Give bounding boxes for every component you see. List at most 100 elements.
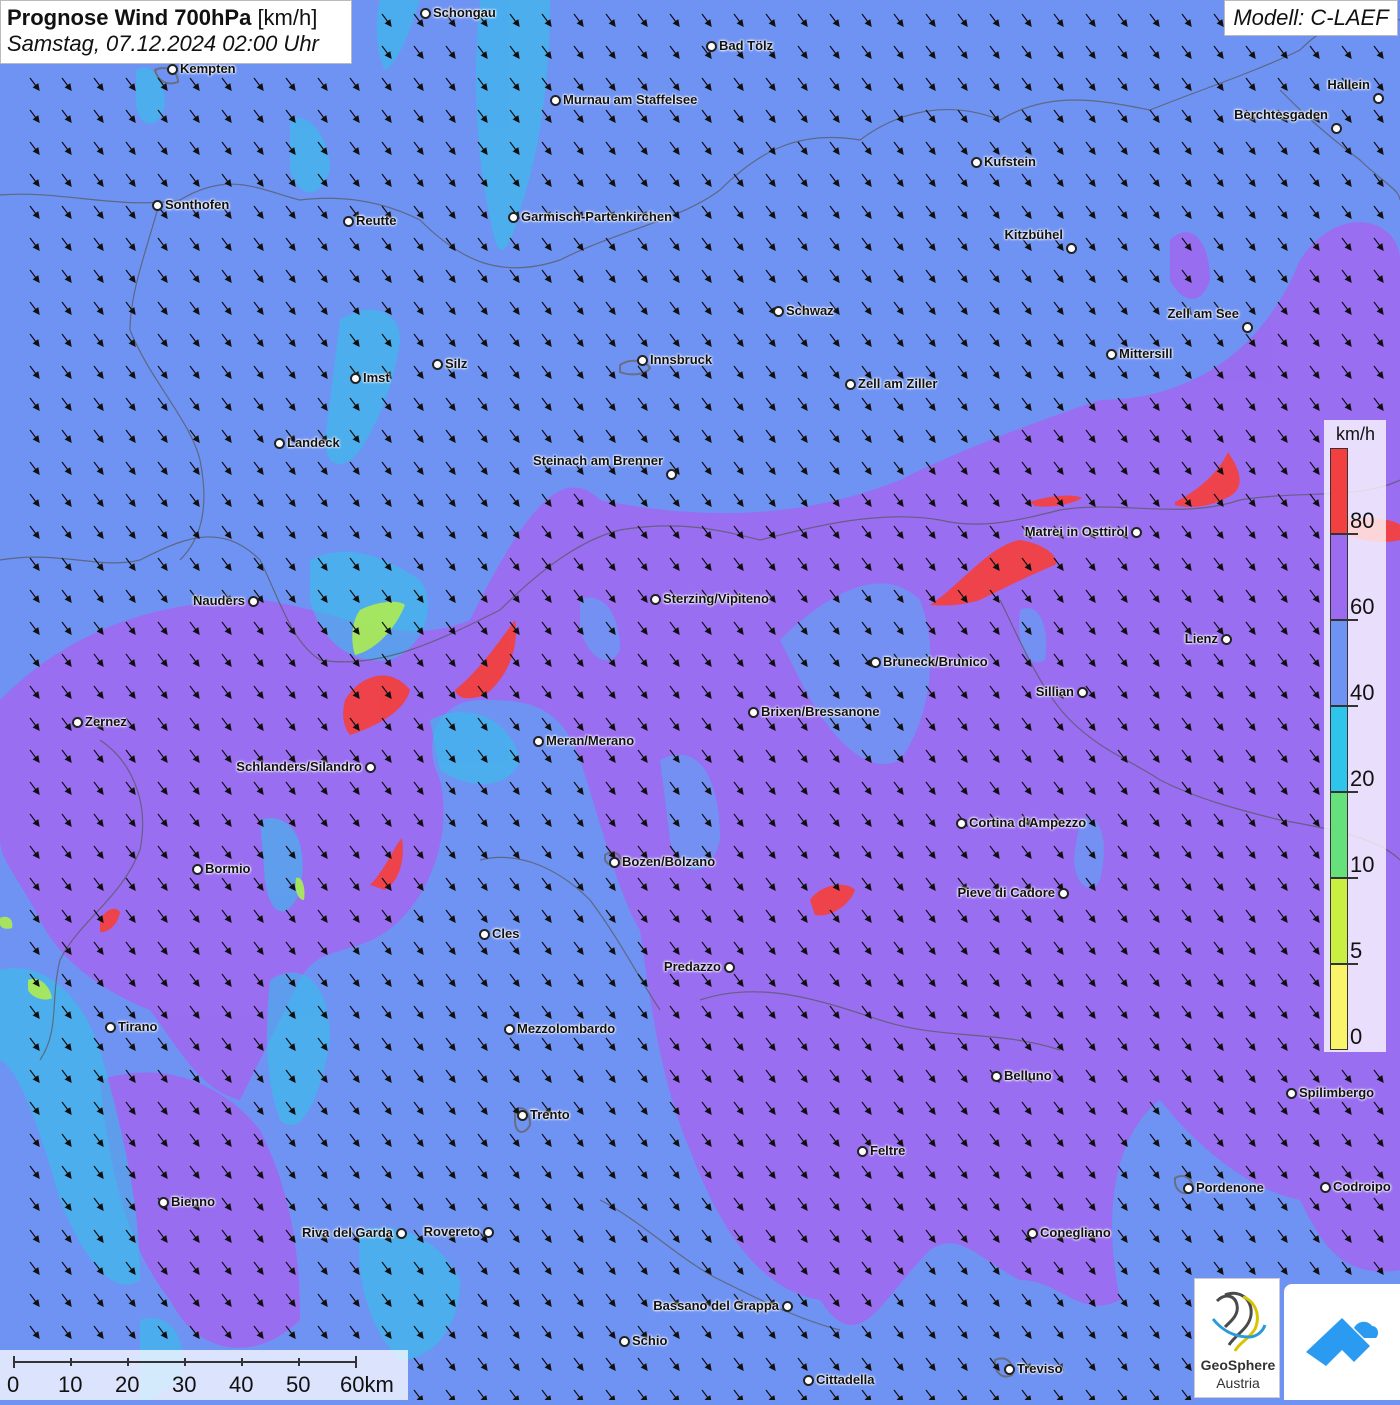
- city-label[interactable]: Sillian: [1036, 684, 1074, 699]
- city-marker-icon[interactable]: [1183, 1183, 1194, 1194]
- city-label[interactable]: Meran/Merano: [546, 733, 634, 748]
- city-marker-icon[interactable]: [857, 1146, 868, 1157]
- city-marker-icon[interactable]: [1286, 1088, 1297, 1099]
- city-label[interactable]: Cles: [492, 926, 519, 941]
- city-marker-icon[interactable]: [1106, 349, 1117, 360]
- city-marker-icon[interactable]: [1066, 243, 1077, 254]
- city-marker-icon[interactable]: [192, 864, 203, 875]
- city-label[interactable]: Schio: [632, 1333, 667, 1348]
- city-label[interactable]: Mezzolombardo: [517, 1021, 615, 1036]
- city-marker-icon[interactable]: [158, 1197, 169, 1208]
- city-label[interactable]: Kempten: [180, 61, 236, 76]
- city-marker-icon[interactable]: [666, 469, 677, 480]
- city-marker-icon[interactable]: [483, 1227, 494, 1238]
- city-label[interactable]: Codroipo: [1333, 1179, 1391, 1194]
- city-label[interactable]: Belluno: [1004, 1068, 1052, 1083]
- city-marker-icon[interactable]: [432, 359, 443, 370]
- city-marker-icon[interactable]: [1331, 123, 1342, 134]
- city-label[interactable]: Matrei in Osttirol: [1025, 524, 1128, 539]
- city-label[interactable]: Rovereto: [424, 1224, 480, 1239]
- city-marker-icon[interactable]: [870, 657, 881, 668]
- city-marker-icon[interactable]: [1131, 527, 1142, 538]
- city-marker-icon[interactable]: [365, 762, 376, 773]
- city-marker-icon[interactable]: [619, 1336, 630, 1347]
- city-marker-icon[interactable]: [479, 929, 490, 940]
- city-label[interactable]: Schwaz: [786, 303, 834, 318]
- city-marker-icon[interactable]: [420, 8, 431, 19]
- city-label[interactable]: Silz: [445, 356, 467, 371]
- city-marker-icon[interactable]: [504, 1024, 515, 1035]
- city-marker-icon[interactable]: [517, 1110, 528, 1121]
- city-label[interactable]: Bienno: [171, 1194, 215, 1209]
- city-label[interactable]: Murnau am Staffelsee: [563, 92, 697, 107]
- city-label[interactable]: Reutte: [356, 213, 396, 228]
- city-marker-icon[interactable]: [773, 306, 784, 317]
- city-marker-icon[interactable]: [991, 1071, 1002, 1082]
- city-label[interactable]: Imst: [363, 370, 390, 385]
- city-label[interactable]: Spilimbergo: [1299, 1085, 1374, 1100]
- city-marker-icon[interactable]: [1004, 1364, 1015, 1375]
- city-label[interactable]: Bad Tölz: [719, 38, 773, 53]
- city-marker-icon[interactable]: [248, 596, 259, 607]
- city-marker-icon[interactable]: [343, 216, 354, 227]
- city-marker-icon[interactable]: [1320, 1182, 1331, 1193]
- city-marker-icon[interactable]: [1077, 687, 1088, 698]
- city-label[interactable]: Sonthofen: [165, 197, 229, 212]
- city-label[interactable]: Brixen/Bressanone: [761, 704, 880, 719]
- city-label[interactable]: Nauders: [193, 593, 245, 608]
- city-marker-icon[interactable]: [274, 438, 285, 449]
- city-label[interactable]: Treviso: [1017, 1361, 1063, 1376]
- city-marker-icon[interactable]: [1242, 322, 1253, 333]
- city-marker-icon[interactable]: [152, 200, 163, 211]
- city-label[interactable]: Riva del Garda: [302, 1225, 393, 1240]
- city-label[interactable]: Garmisch-Partenkirchen: [521, 209, 672, 224]
- city-marker-icon[interactable]: [971, 157, 982, 168]
- city-label[interactable]: Zell am See: [1167, 306, 1239, 321]
- city-marker-icon[interactable]: [508, 212, 519, 223]
- city-marker-icon[interactable]: [706, 41, 717, 52]
- city-marker-icon[interactable]: [845, 379, 856, 390]
- city-marker-icon[interactable]: [650, 594, 661, 605]
- city-marker-icon[interactable]: [782, 1301, 793, 1312]
- city-marker-icon[interactable]: [167, 64, 178, 75]
- city-label[interactable]: Conegliano: [1040, 1225, 1111, 1240]
- city-label[interactable]: Berchtesgaden: [1234, 107, 1328, 122]
- city-label[interactable]: Feltre: [870, 1143, 905, 1158]
- city-label[interactable]: Pordenone: [1196, 1180, 1264, 1195]
- city-label[interactable]: Cortina d'Ampezzo: [969, 815, 1086, 830]
- city-marker-icon[interactable]: [550, 95, 561, 106]
- city-label[interactable]: Lienz: [1185, 631, 1218, 646]
- city-label[interactable]: Innsbruck: [650, 352, 712, 367]
- city-marker-icon[interactable]: [350, 373, 361, 384]
- city-label[interactable]: Cittadella: [816, 1372, 875, 1387]
- city-label[interactable]: Kitzbühel: [1005, 227, 1064, 242]
- city-marker-icon[interactable]: [1027, 1228, 1038, 1239]
- city-label[interactable]: Tirano: [118, 1019, 158, 1034]
- city-marker-icon[interactable]: [105, 1022, 116, 1033]
- city-label[interactable]: Kufstein: [984, 154, 1036, 169]
- city-label[interactable]: Pieve di Cadore: [957, 885, 1055, 900]
- city-marker-icon[interactable]: [724, 962, 735, 973]
- city-label[interactable]: Trento: [530, 1107, 570, 1122]
- city-label[interactable]: Zernez: [85, 714, 127, 729]
- geosphere-logo[interactable]: GeoSphere Austria: [1194, 1278, 1280, 1398]
- city-label[interactable]: Predazzo: [664, 959, 721, 974]
- city-marker-icon[interactable]: [803, 1375, 814, 1386]
- weather-app-logo[interactable]: [1284, 1284, 1400, 1400]
- city-label[interactable]: Schongau: [433, 5, 496, 20]
- city-label[interactable]: Mittersill: [1119, 346, 1172, 361]
- city-label[interactable]: Hallein: [1327, 77, 1370, 92]
- city-label[interactable]: Schlanders/Silandro: [236, 759, 362, 774]
- city-label[interactable]: Bormio: [205, 861, 251, 876]
- city-label[interactable]: Sterzing/Vipiteno: [663, 591, 769, 606]
- city-label[interactable]: Zell am Ziller: [858, 376, 937, 391]
- city-marker-icon[interactable]: [1221, 634, 1232, 645]
- city-label[interactable]: Steinach am Brenner: [533, 453, 663, 468]
- city-label[interactable]: Bruneck/Brunico: [883, 654, 988, 669]
- city-marker-icon[interactable]: [1373, 93, 1384, 104]
- city-marker-icon[interactable]: [637, 355, 648, 366]
- city-marker-icon[interactable]: [533, 736, 544, 747]
- city-marker-icon[interactable]: [396, 1228, 407, 1239]
- city-label[interactable]: Landeck: [287, 435, 340, 450]
- city-marker-icon[interactable]: [1058, 888, 1069, 899]
